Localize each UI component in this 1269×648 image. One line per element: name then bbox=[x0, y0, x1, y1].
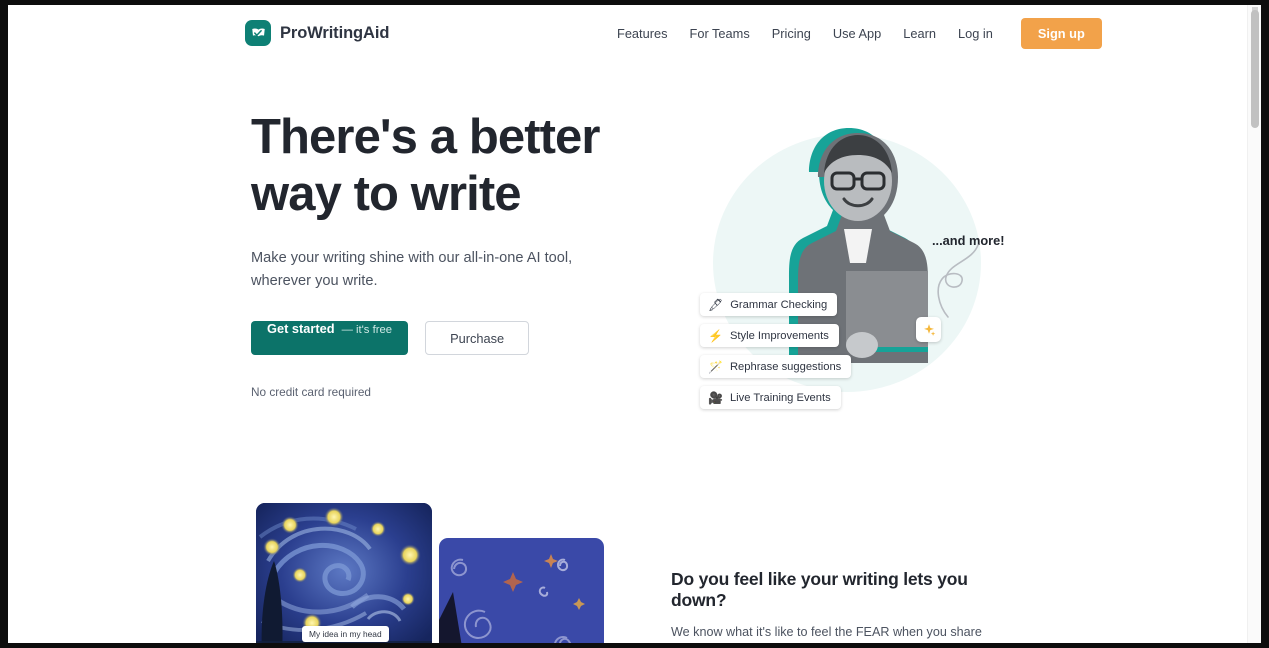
magic-wand-icon: 🪄 bbox=[708, 359, 723, 374]
no-credit-card-note: No credit card required bbox=[251, 385, 371, 399]
webpage-content: ProWritingAid Features For Teams Pricing… bbox=[8, 5, 1261, 643]
writing-lets-you-down-section: My idea in my head Do you feel like your… bbox=[8, 461, 1247, 643]
doodle-spirals bbox=[439, 554, 585, 643]
page-title: There's a better way to write bbox=[251, 109, 651, 223]
main-navigation: Features For Teams Pricing Use App Learn… bbox=[606, 17, 1102, 49]
hero-cta-row: Get started — it's free Purchase bbox=[251, 321, 651, 355]
starry-night-painting bbox=[256, 503, 432, 643]
feature-pill-label: Grammar Checking bbox=[730, 298, 828, 311]
artwork-caption: My idea in my head bbox=[302, 626, 389, 642]
hero-subtitle: Make your writing shine with our all-in-… bbox=[251, 250, 573, 289]
feather-pen-icon: 🖋 bbox=[708, 297, 724, 312]
get-started-sublabel: — it's free bbox=[341, 324, 393, 336]
starry-night-artwork bbox=[256, 503, 432, 643]
hero-illustration: 🖋 Grammar Checking ⚡ Style Improvements … bbox=[680, 111, 1020, 411]
nav-link-learn[interactable]: Learn bbox=[892, 20, 947, 47]
logo-link[interactable]: ProWritingAid bbox=[245, 20, 389, 46]
section-two-body: We know what it's like to feel the FEAR … bbox=[671, 625, 982, 639]
purchase-button[interactable]: Purchase bbox=[425, 321, 530, 355]
vertical-scrollbar[interactable] bbox=[1247, 5, 1261, 643]
section-two-copy: Do you feel like your writing lets you d… bbox=[671, 569, 1016, 643]
browser-window: ProWritingAid Features For Teams Pricing… bbox=[0, 0, 1269, 648]
hero-copy: There's a better way to write Make your w… bbox=[251, 109, 651, 399]
scrollbar-thumb[interactable] bbox=[1251, 10, 1259, 128]
feature-pill-label: Style Improvements bbox=[729, 329, 829, 342]
sign-up-button[interactable]: Sign up bbox=[1020, 17, 1102, 49]
doodle-card bbox=[439, 538, 604, 643]
nav-link-pricing[interactable]: Pricing bbox=[761, 20, 822, 47]
artwork-group: My idea in my head bbox=[256, 503, 604, 643]
nav-link-use-app[interactable]: Use App bbox=[822, 20, 892, 47]
video-camera-icon: 🎥 bbox=[708, 390, 723, 405]
feature-pill-rephrase-suggestions: 🪄 Rephrase suggestions bbox=[700, 355, 852, 378]
hero-section: There's a better way to write Make your w… bbox=[8, 61, 1247, 461]
nav-link-log-in[interactable]: Log in bbox=[947, 20, 1004, 47]
hero-title-line-2: way to write bbox=[251, 167, 522, 221]
browser-viewport: ProWritingAid Features For Teams Pricing… bbox=[8, 5, 1261, 643]
nav-link-features[interactable]: Features bbox=[606, 20, 679, 47]
nav-link-for-teams[interactable]: For Teams bbox=[679, 20, 761, 47]
sparkles-icon bbox=[916, 317, 941, 342]
lightning-bolt-icon: ⚡ bbox=[708, 328, 723, 343]
prowritingaid-book-icon bbox=[245, 20, 271, 46]
hero-title-line-1: There's a better bbox=[251, 110, 600, 164]
feature-pill-live-training-events: 🎥 Live Training Events bbox=[700, 386, 841, 409]
section-two-title: Do you feel like your writing lets you d… bbox=[671, 569, 968, 610]
feature-pill-style-improvements: ⚡ Style Improvements bbox=[700, 324, 839, 347]
brand-name: ProWritingAid bbox=[280, 23, 390, 42]
feature-pill-label: Live Training Events bbox=[729, 391, 831, 404]
get-started-label: Get started bbox=[267, 321, 335, 336]
site-header: ProWritingAid Features For Teams Pricing… bbox=[8, 5, 1247, 61]
feature-pill-label: Rephrase suggestions bbox=[729, 360, 842, 373]
get-started-button[interactable]: Get started — it's free bbox=[251, 321, 409, 355]
feature-pill-grammar-checking: 🖋 Grammar Checking bbox=[700, 293, 838, 316]
